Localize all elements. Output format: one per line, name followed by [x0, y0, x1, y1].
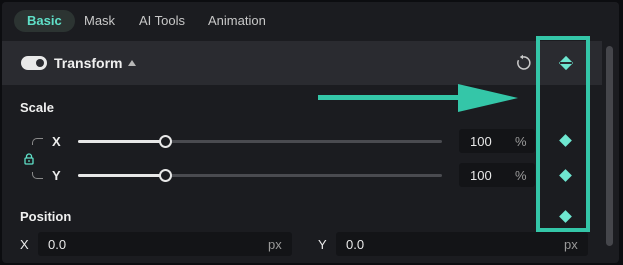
- scale-y-slider-fill: [78, 174, 165, 177]
- toggle-knob: [36, 59, 44, 67]
- position-x-value: 0.0: [48, 237, 67, 252]
- position-y-axis-label: Y: [318, 237, 327, 252]
- scale-x-axis-label: X: [52, 134, 61, 149]
- link-bracket-bottom: [32, 172, 43, 179]
- tab-mask[interactable]: Mask: [76, 10, 123, 32]
- reset-icon[interactable]: [514, 54, 532, 72]
- position-x-unit: px: [268, 237, 282, 252]
- tab-bar: Basic Mask AI Tools Animation: [2, 2, 619, 40]
- transform-toggle[interactable]: [21, 56, 47, 70]
- scale-y-axis-label: Y: [52, 168, 61, 183]
- scale-x-slider[interactable]: [78, 135, 442, 148]
- tab-animation[interactable]: Animation: [200, 10, 274, 32]
- tab-basic[interactable]: Basic: [14, 10, 75, 32]
- annotation-arrow: [318, 84, 518, 112]
- position-y-value: 0.0: [346, 237, 365, 252]
- panel-scrollbar[interactable]: [606, 46, 613, 246]
- scale-x-unit: %: [515, 134, 527, 149]
- position-label: Position: [20, 209, 72, 224]
- position-x-input[interactable]: 0.0 px: [38, 232, 292, 256]
- scale-x-value: 100: [470, 134, 492, 149]
- scale-y-value: 100: [470, 168, 492, 183]
- transform-header[interactable]: Transform: [2, 41, 602, 85]
- link-bracket-top: [32, 138, 43, 145]
- tab-ai-tools[interactable]: AI Tools: [131, 10, 193, 32]
- lock-icon[interactable]: [23, 153, 35, 165]
- caret-up-icon[interactable]: [128, 60, 136, 66]
- position-x-axis-label: X: [20, 237, 29, 252]
- scale-y-input[interactable]: 100 %: [459, 163, 535, 187]
- properties-panel: Basic Mask AI Tools Animation Transform …: [2, 2, 619, 263]
- scale-y-slider[interactable]: [78, 169, 442, 182]
- transform-title: Transform: [54, 55, 123, 71]
- scale-x-slider-thumb[interactable]: [159, 135, 172, 148]
- keyframe-highlight-box: [536, 36, 590, 232]
- scale-y-slider-thumb[interactable]: [159, 169, 172, 182]
- position-y-input[interactable]: 0.0 px: [336, 232, 588, 256]
- scale-x-input[interactable]: 100 %: [459, 129, 535, 153]
- position-y-unit: px: [564, 237, 578, 252]
- scale-x-slider-fill: [78, 140, 165, 143]
- scale-y-unit: %: [515, 168, 527, 183]
- scale-label: Scale: [20, 100, 54, 115]
